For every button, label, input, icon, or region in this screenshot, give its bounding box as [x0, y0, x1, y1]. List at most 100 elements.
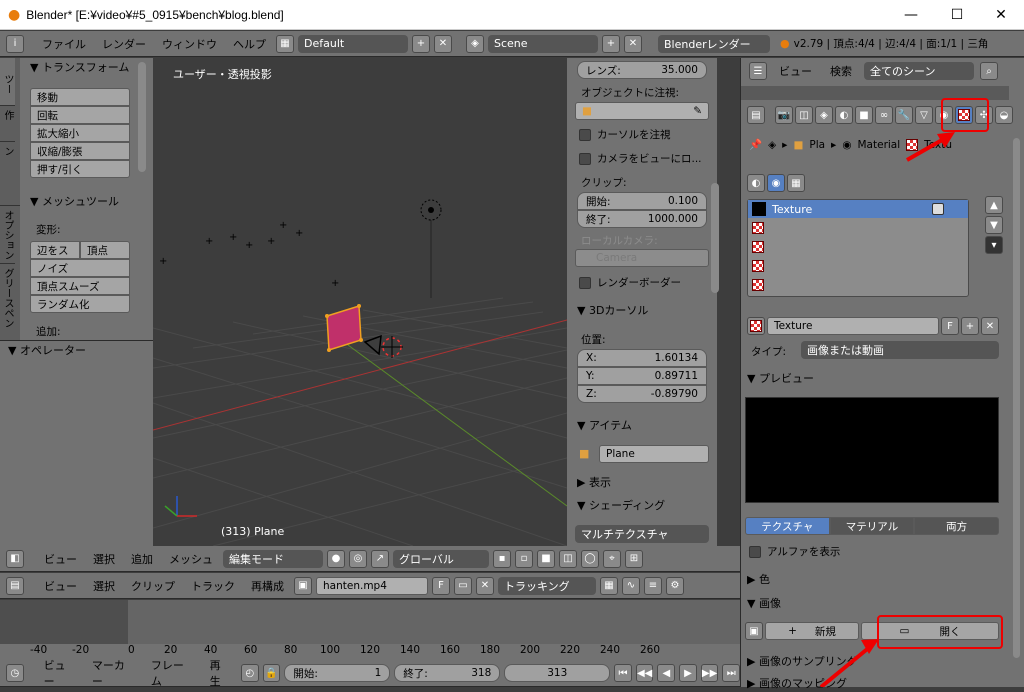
vertex-select-icon[interactable]: ▪: [493, 549, 511, 568]
timeline-menu-frame[interactable]: フレーム: [145, 657, 200, 689]
orientation-dropdown[interactable]: グローバル: [393, 549, 489, 568]
tracking-mode-dropdown[interactable]: トラッキング: [498, 576, 596, 595]
tab-create[interactable]: 作: [0, 106, 15, 142]
cursor-x-field[interactable]: X: 1.60134: [577, 349, 707, 367]
pivot-icon[interactable]: ◎: [349, 549, 367, 568]
viewport-shading-icon[interactable]: ●: [327, 549, 345, 568]
play-icon[interactable]: ▶: [679, 664, 697, 682]
clip-menu-clip[interactable]: クリップ: [125, 578, 181, 594]
operator-section-title[interactable]: ▼ オペレーター: [8, 341, 86, 359]
scene-icon[interactable]: ◈: [466, 34, 484, 53]
play-reverse-icon[interactable]: ◀: [657, 664, 676, 682]
preview-range-icon[interactable]: ◴: [241, 664, 259, 682]
dopesheet-view-icon[interactable]: ≡: [644, 576, 662, 595]
clip-editor-icon[interactable]: ▤: [6, 576, 24, 595]
limit-visible-icon[interactable]: ◫: [559, 549, 577, 568]
next-keyframe-icon[interactable]: ▶▶: [700, 664, 719, 682]
clip-browse-icon[interactable]: ▣: [294, 576, 312, 595]
display-section-title[interactable]: ▶ 表示: [577, 473, 611, 491]
edge-slide-button[interactable]: 辺をス: [30, 241, 80, 259]
view3d-menu-select[interactable]: 選択: [87, 551, 121, 567]
unlink-clip-icon[interactable]: ✕: [476, 576, 494, 595]
shrink-fatten-button[interactable]: 収縮/膨張: [30, 142, 130, 160]
clip-view-icon[interactable]: ▦: [600, 576, 618, 595]
cursor-z-field[interactable]: Z: -0.89790: [577, 385, 707, 403]
item-name-field[interactable]: Plane: [599, 445, 709, 463]
item-section-title[interactable]: ▼ アイテム: [577, 416, 632, 434]
tab-options[interactable]: オプション: [0, 206, 15, 264]
menu-render[interactable]: レンダー: [96, 36, 152, 52]
close-button[interactable]: ✕: [978, 0, 1024, 30]
cursor-lock-option[interactable]: カーソルを注視: [579, 127, 671, 142]
scale-button[interactable]: 拡大縮小: [30, 124, 130, 142]
view3d-menu-mesh[interactable]: メッシュ: [163, 551, 219, 567]
edge-select-icon[interactable]: ▫: [515, 549, 533, 568]
timeline-menu-playback[interactable]: 再生: [204, 657, 238, 689]
clip-end-field[interactable]: 終了: 1000.000: [577, 210, 707, 228]
npanel-scrollbar[interactable]: [711, 183, 719, 293]
tab-tools[interactable]: ツー: [0, 58, 15, 106]
focus-object-field[interactable]: ■ ✎: [575, 102, 709, 120]
menu-file[interactable]: ファイル: [36, 36, 92, 52]
proportional-edit-icon[interactable]: ◯: [581, 549, 599, 568]
transform-section-title[interactable]: ▼ トランスフォーム: [30, 58, 129, 76]
clip-menu-view[interactable]: ビュー: [38, 578, 83, 594]
vertex-slide-button[interactable]: 頂点: [80, 241, 130, 259]
clip-name-field[interactable]: hanten.mp4: [316, 576, 428, 595]
snap-icon[interactable]: ⌖: [603, 549, 621, 568]
clip-settings-icon[interactable]: ⚙: [666, 576, 684, 595]
frame-start-field[interactable]: 開始: 1: [284, 664, 391, 682]
cursor-lock-checkbox[interactable]: [579, 128, 591, 141]
randomize-button[interactable]: ランダム化: [30, 295, 130, 313]
jump-end-icon[interactable]: ⏭: [722, 664, 741, 682]
remove-layout-icon[interactable]: ✕: [434, 34, 452, 53]
clip-menu-track[interactable]: トラック: [185, 578, 241, 594]
smooth-vertex-button[interactable]: 頂点スムーズ: [30, 277, 130, 295]
open-clip-icon[interactable]: ▭: [454, 576, 472, 595]
remove-scene-icon[interactable]: ✕: [624, 34, 642, 53]
view3d-menu-view[interactable]: ビュー: [38, 551, 83, 567]
add-scene-icon[interactable]: +: [602, 34, 620, 53]
shading-mode-dropdown[interactable]: マルチテクスチャ: [575, 525, 709, 543]
render-engine-selector[interactable]: Blenderレンダー: [658, 34, 770, 53]
current-frame-field[interactable]: 313: [504, 664, 611, 682]
camera-object[interactable]: [363, 334, 382, 356]
clip-menu-select[interactable]: 選択: [87, 578, 121, 594]
clip-start-field[interactable]: 開始: 0.100: [577, 192, 707, 210]
tab-grease-pencil[interactable]: グリースペン: [0, 264, 15, 342]
timeline-editor-icon[interactable]: ◷: [6, 664, 24, 682]
noise-button[interactable]: ノイズ: [30, 259, 130, 277]
cursor-y-field[interactable]: Y: 0.89711: [577, 367, 707, 385]
menu-help[interactable]: ヘルプ: [227, 36, 272, 52]
lock-range-icon[interactable]: 🔒: [262, 664, 281, 682]
lens-field[interactable]: レンズ: 35.000: [577, 61, 707, 79]
3d-cursor-section-title[interactable]: ▼ 3Dカーソル: [577, 301, 648, 319]
timeline-area[interactable]: -40 -20 0 20 40 60 80 100 120 140 160 18…: [0, 600, 740, 660]
render-border-checkbox[interactable]: [579, 276, 591, 289]
frame-end-field[interactable]: 終了: 318: [394, 664, 501, 682]
toolshelf-scrollbar[interactable]: [138, 62, 146, 172]
timeline-menu-view[interactable]: ビュー: [38, 657, 82, 689]
view3d-editor-icon[interactable]: ◧: [6, 549, 24, 568]
manipulator-icon[interactable]: ↗: [371, 549, 389, 568]
camera-lock-checkbox[interactable]: [579, 152, 591, 165]
snap-target-icon[interactable]: ⊞: [625, 549, 643, 568]
mesh-tools-section-title[interactable]: ▼ メッシュツール: [30, 192, 119, 210]
fake-user-button[interactable]: F: [432, 576, 450, 595]
add-layout-icon[interactable]: +: [412, 34, 430, 53]
eyedropper-icon[interactable]: ✎: [693, 105, 702, 117]
render-border-option[interactable]: レンダーボーダー: [579, 275, 681, 290]
mode-dropdown[interactable]: 編集モード: [223, 549, 323, 568]
shading-section-title[interactable]: ▼ シェーディング: [577, 496, 665, 514]
layout-icon[interactable]: ▦: [276, 34, 294, 53]
3d-viewport[interactable]: + + + + + + + + ユーザー・透視投影 (313) Plane: [153, 58, 567, 546]
rotate-button[interactable]: 回転: [30, 106, 130, 124]
maximize-button[interactable]: ☐: [934, 0, 980, 30]
timeline-menu-marker[interactable]: マーカー: [86, 657, 141, 689]
info-editor-icon[interactable]: i: [6, 34, 24, 53]
face-select-icon[interactable]: ■: [537, 549, 555, 568]
view3d-menu-add[interactable]: 追加: [125, 551, 159, 567]
jump-start-icon[interactable]: ⏮: [614, 664, 632, 682]
minimize-button[interactable]: —: [888, 0, 934, 30]
graph-view-icon[interactable]: ∿: [622, 576, 640, 595]
